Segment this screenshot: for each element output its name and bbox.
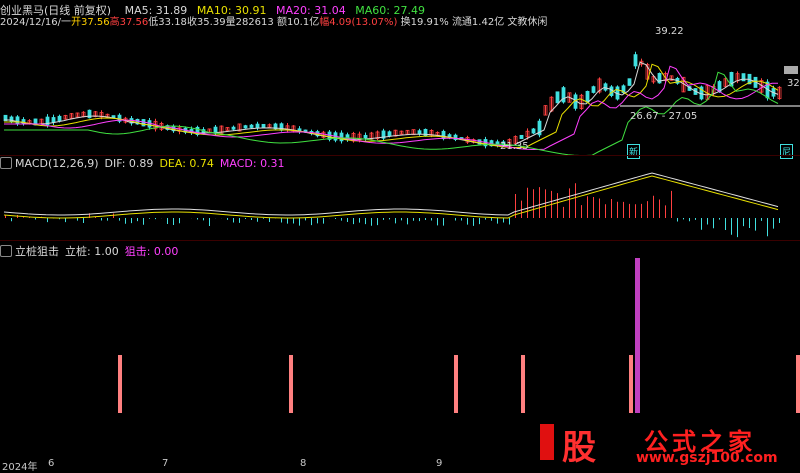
signal-bar [454, 355, 458, 413]
watermark-logo: 股 公式之家 www.gszj100.com [540, 418, 800, 468]
right-price-label: 32. [787, 78, 800, 89]
x-axis-label: 8 [300, 458, 307, 469]
candle-body [279, 123, 284, 131]
event-marker-a[interactable]: 新 [627, 144, 641, 159]
macd-dea: DEA: 0.74 [159, 157, 214, 170]
indicator-header: 立桩狙击 立桩: 1.00 狙击: 0.00 [0, 243, 184, 259]
watermark-char: 股 [562, 428, 596, 468]
macd-header: MACD(12,26,9) DIF: 0.89 DEA: 0.74 MACD: 0.3… [0, 157, 291, 170]
event-marker-b[interactable]: 尼 [780, 144, 794, 159]
signal-bar [521, 355, 525, 413]
candle-body [243, 125, 248, 129]
candle-body [255, 123, 260, 129]
candle-body [519, 134, 524, 140]
info-low: 低33.18 [148, 17, 187, 28]
price-high-label: 39.22 [655, 26, 684, 37]
price-low-label: 21.35 [500, 141, 529, 152]
indicator-title: 立桩狙击 [15, 245, 59, 258]
indicator-param1: 立桩: 1.00 [65, 245, 119, 258]
candle-body [585, 90, 590, 103]
signal-bar [289, 355, 293, 413]
price-tag-box [784, 66, 798, 74]
panel-menu-icon[interactable] [0, 157, 12, 169]
candle-body [603, 83, 608, 91]
candle-body [363, 134, 368, 139]
macd-title: MACD(12,26,9) [15, 157, 99, 170]
candle-body [261, 123, 266, 128]
candle-body [441, 130, 446, 140]
chart-canvas[interactable] [0, 0, 800, 472]
candle-body [561, 87, 566, 103]
info-close: 收35.39 [186, 17, 226, 28]
watermark-red-bar [540, 424, 554, 460]
candle-body [591, 86, 596, 93]
candle-body [531, 128, 536, 134]
ma-line [4, 65, 779, 150]
watermark-url: www.gszj100.com [636, 450, 778, 466]
candle-body [555, 91, 560, 104]
candle-body [417, 130, 422, 135]
signal-bar [629, 355, 633, 413]
info-open: 开37.56 [71, 17, 110, 28]
macd-dif: DIF: 0.89 [104, 157, 154, 170]
info-change: 幅4.09(13.07%) [319, 17, 398, 28]
macd-value: MACD: 0.31 [219, 157, 285, 170]
panel-divider-1 [0, 155, 800, 156]
info-row: 2024/12/16/一开37.56高37.56低33.18收35.39量282… [0, 13, 547, 28]
info-float: 流通1.42亿 [451, 17, 505, 28]
candle-body [633, 54, 638, 67]
info-amount: 额10.1亿 [276, 17, 320, 28]
panel-menu-icon[interactable] [0, 245, 12, 257]
macd-dif-line [3, 172, 779, 216]
candle-body [627, 78, 632, 86]
candle-body [387, 131, 392, 137]
candle-body [57, 115, 62, 122]
range-label: 26.67 - 27.05 [630, 111, 698, 122]
candle-body [249, 124, 254, 128]
signal-bar-strong [635, 258, 640, 413]
info-turnover: 换19.91% [400, 17, 449, 28]
panel-divider-2 [0, 240, 800, 241]
info-status: 文教休闲 [507, 17, 548, 28]
x-axis-label: 2024年 [2, 462, 38, 473]
signal-bar [118, 355, 122, 413]
x-axis-label: 7 [162, 458, 169, 469]
info-date: 2024/12/16/一 [0, 17, 72, 28]
candle-body [15, 116, 20, 125]
indicator-param2: 狙击: 0.00 [124, 245, 179, 258]
x-axis-label: 9 [436, 458, 443, 469]
candle-body [51, 117, 56, 123]
candle-body [231, 126, 236, 130]
x-axis-label: 6 [48, 458, 55, 469]
signal-bar [796, 355, 800, 413]
info-volume: 量282613 [225, 17, 274, 28]
info-high: 高37.56 [109, 17, 149, 28]
